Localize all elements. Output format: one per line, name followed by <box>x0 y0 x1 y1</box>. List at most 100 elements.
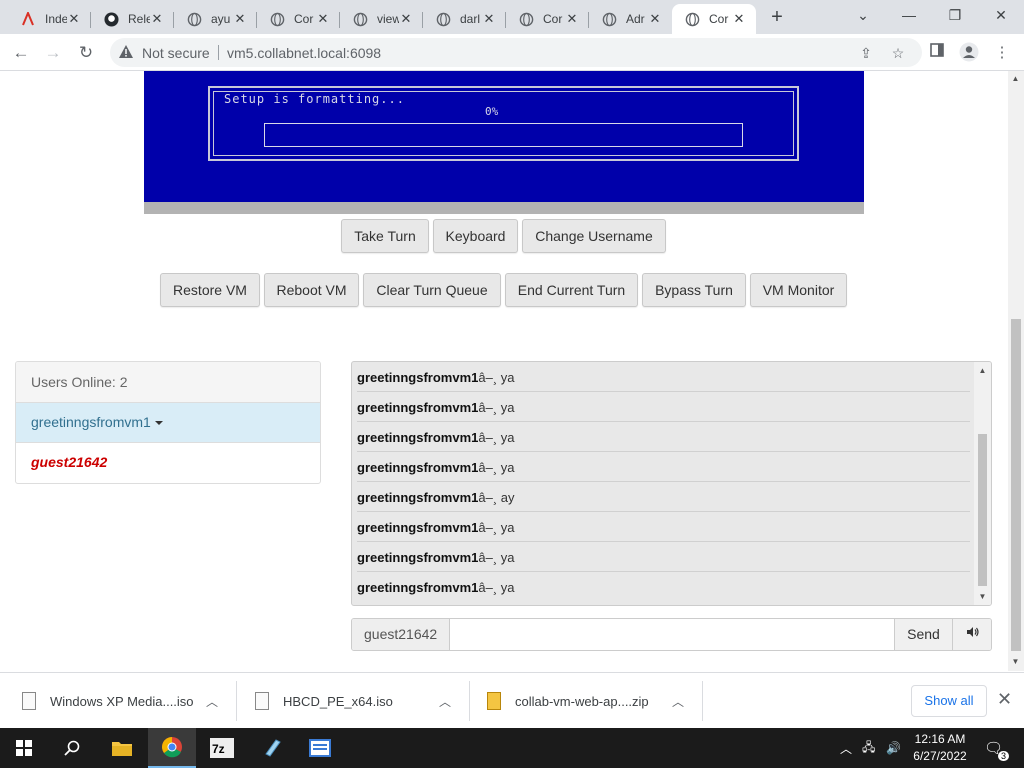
taskbar-clock[interactable]: 12:16 AM 6/27/2022 <box>908 731 972 765</box>
browser-tab-7[interactable]: Cor ✕ <box>506 4 589 34</box>
browser-tab-5[interactable]: view ✕ <box>340 4 423 34</box>
minimize-icon[interactable]: — <box>895 4 923 26</box>
chat-message: greetinngsfromvm1â–¸ ya <box>357 572 970 602</box>
globe-icon <box>435 11 451 27</box>
scroll-down-icon[interactable]: ▼ <box>978 592 987 601</box>
chevron-up-icon[interactable]: ︿ <box>672 693 684 710</box>
share-icon[interactable]: ⇪ <box>856 43 876 63</box>
caret-down-icon <box>154 421 163 426</box>
chat-message-user: greetinngsfromvm1 <box>357 580 479 595</box>
globe-icon <box>684 11 700 27</box>
close-icon[interactable]: ✕ <box>150 12 164 26</box>
tab-title: Cor <box>294 12 314 26</box>
close-icon[interactable]: ✕ <box>316 12 330 26</box>
chat-message-input[interactable] <box>450 619 894 650</box>
show-all-button[interactable]: Show all <box>911 685 987 717</box>
chrome-icon[interactable] <box>148 728 196 768</box>
window-close-icon[interactable]: ✕ <box>987 4 1015 26</box>
address-bar[interactable]: Not secure vm5.collabnet.local:6098 ⇪ ☆ <box>110 38 922 67</box>
tab-search-icon[interactable]: ⌄ <box>849 4 877 26</box>
search-icon[interactable] <box>48 728 96 768</box>
close-icon[interactable]: ✕ <box>399 12 413 26</box>
chevron-up-icon[interactable]: ︿ <box>439 693 451 710</box>
chat-message-user: greetinngsfromvm1 <box>357 460 479 475</box>
back-icon[interactable]: ← <box>8 40 34 66</box>
browser-tab-4[interactable]: Cor ✕ <box>257 4 340 34</box>
notepad-icon[interactable] <box>248 728 296 768</box>
bypass-turn-button[interactable]: Bypass Turn <box>642 273 746 307</box>
close-icon[interactable]: ✕ <box>732 12 746 26</box>
close-icon[interactable]: ✕ <box>233 12 247 26</box>
keyboard-button[interactable]: Keyboard <box>433 219 518 253</box>
browser-tab-3[interactable]: ayu ✕ <box>174 4 257 34</box>
user-item-current-user[interactable]: guest21642 <box>16 443 320 483</box>
chat-username-label: guest21642 <box>352 619 450 650</box>
close-icon[interactable]: ✕ <box>565 12 579 26</box>
download-divider <box>702 681 703 721</box>
scroll-down-icon[interactable]: ▼ <box>1011 657 1020 666</box>
url-text[interactable]: vm5.collabnet.local:6098 <box>227 45 381 61</box>
download-item[interactable]: HBCD_PE_x64.iso <box>255 673 393 729</box>
vm-display[interactable]: Setup is formatting... 0% <box>144 71 864 202</box>
clear-turn-queue-button[interactable]: Clear Turn Queue <box>363 273 501 307</box>
download-item[interactable]: collab-vm-web-ap....zip <box>487 673 649 729</box>
notification-icon[interactable]: 🗨 3 <box>984 728 1010 768</box>
close-icon[interactable]: ✕ <box>482 12 496 26</box>
browser-tab-1[interactable]: Inde ✕ <box>8 4 91 34</box>
app-window-icon[interactable] <box>296 728 344 768</box>
side-panel-icon[interactable] <box>926 42 948 64</box>
url-divider <box>218 45 219 60</box>
chat-message-user: greetinngsfromvm1 <box>357 520 479 535</box>
speaker-icon[interactable] <box>952 619 991 650</box>
chat-message: greetinngsfromvm1â–¸ ya <box>357 392 970 422</box>
menu-icon[interactable]: ⋮ <box>991 42 1013 64</box>
browser-tab-6[interactable]: darl ✕ <box>423 4 506 34</box>
forward-icon[interactable]: → <box>40 40 66 66</box>
star-icon[interactable]: ☆ <box>888 43 908 63</box>
chat-scrollbar[interactable]: ▲ ▼ <box>974 362 991 605</box>
chat-message-text: â–¸ ya <box>478 460 515 475</box>
reload-icon[interactable]: ↻ <box>73 40 99 66</box>
page-scrollbar-thumb[interactable] <box>1011 319 1021 651</box>
restore-icon[interactable]: ❐ <box>941 4 969 26</box>
browser-tab-8[interactable]: Adr ✕ <box>589 4 672 34</box>
format-progress-bar <box>264 123 743 147</box>
new-tab-button[interactable]: + <box>766 6 788 28</box>
tab-title: darl <box>460 12 481 26</box>
vm-monitor-button[interactable]: VM Monitor <box>750 273 847 307</box>
profile-icon[interactable] <box>958 42 980 64</box>
chat-scrollbar-thumb[interactable] <box>978 434 987 586</box>
chat-message: greetinngsfromvm1â–¸ ya <box>357 362 970 392</box>
end-current-turn-button[interactable]: End Current Turn <box>505 273 638 307</box>
warning-icon[interactable] <box>118 44 134 60</box>
close-icon[interactable]: ✕ <box>648 12 662 26</box>
volume-icon[interactable]: 🔊 <box>886 728 901 768</box>
change-username-button[interactable]: Change Username <box>522 219 666 253</box>
close-icon[interactable]: ✕ <box>67 12 81 26</box>
scroll-up-icon[interactable]: ▲ <box>978 366 987 375</box>
user-item-greetinngsfromvm1[interactable]: greetinngsfromvm1 <box>16 403 320 443</box>
browser-tab-2[interactable]: Rele ✕ <box>91 4 174 34</box>
chat-message-user: greetinngsfromvm1 <box>357 490 479 505</box>
reboot-vm-button[interactable]: Reboot VM <box>264 273 359 307</box>
scroll-up-icon[interactable]: ▲ <box>1011 74 1020 83</box>
restore-vm-button[interactable]: Restore VM <box>160 273 260 307</box>
take-turn-button[interactable]: Take Turn <box>341 219 429 253</box>
download-filename: HBCD_PE_x64.iso <box>283 693 393 709</box>
close-icon[interactable]: ✕ <box>997 689 1012 710</box>
page-scrollbar[interactable]: ▲ ▼ <box>1008 71 1024 671</box>
download-item[interactable]: Windows XP Media....iso <box>22 673 194 729</box>
file-explorer-icon[interactable] <box>98 728 146 768</box>
network-icon[interactable]: 🖧 <box>862 728 875 768</box>
chat-message-text: â–¸ ya <box>478 520 515 535</box>
windows-start-icon[interactable] <box>0 728 48 768</box>
chat-log[interactable]: greetinngsfromvm1â–¸ ya greetinngsfromvm… <box>351 361 992 606</box>
browser-tab-active[interactable]: Cor ✕ <box>672 4 756 34</box>
chevron-up-icon[interactable]: ︿ <box>206 693 218 710</box>
globe-icon <box>518 11 534 27</box>
tray-chevron-icon[interactable]: ︿ <box>840 728 852 768</box>
send-button[interactable]: Send <box>894 619 952 650</box>
tab-title: Adr <box>626 12 645 26</box>
7zip-icon[interactable]: 7z <box>198 728 246 768</box>
security-label[interactable]: Not secure <box>142 45 210 61</box>
